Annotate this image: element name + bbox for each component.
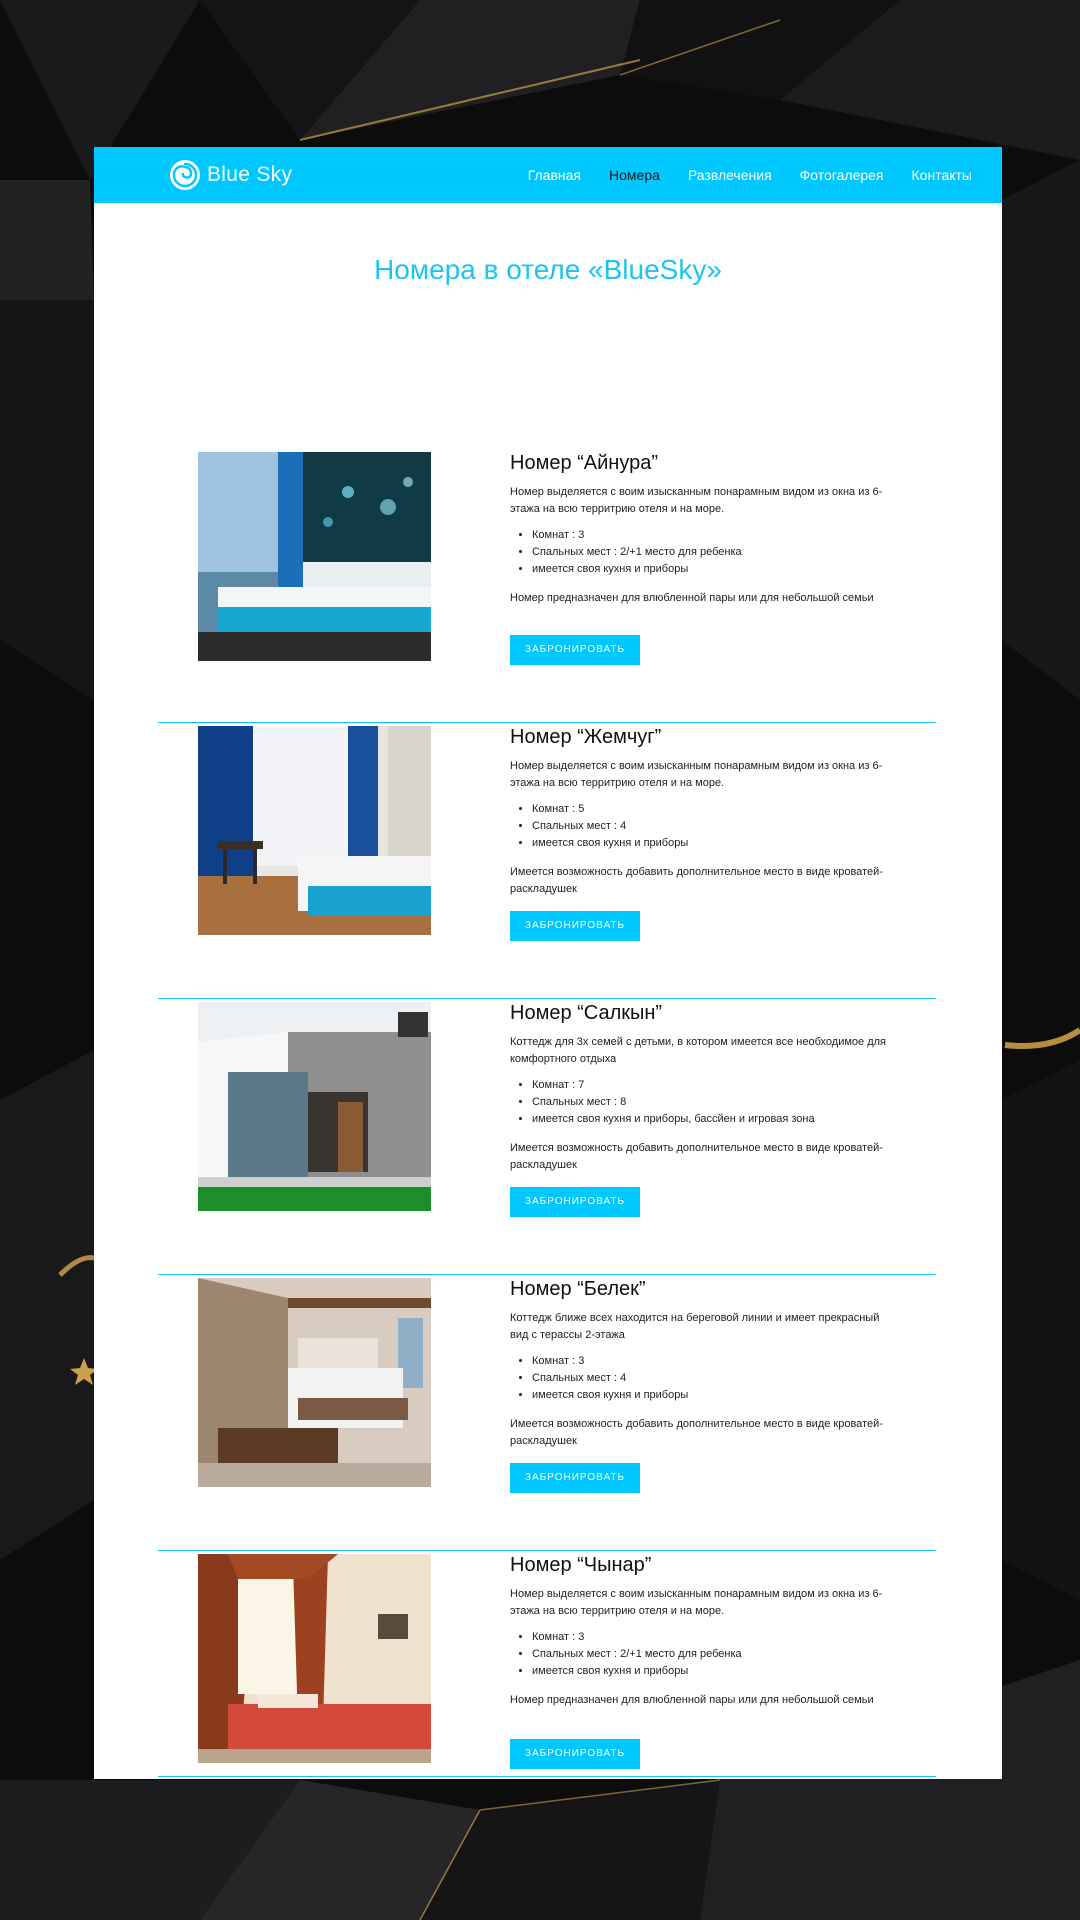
book-button[interactable]: ЗАБРОНИРОВАТЬ — [510, 1187, 640, 1217]
room-description: Номер выделяется с воим изысканным понар… — [510, 486, 883, 515]
room-name: Номер “Айнура” — [510, 452, 659, 474]
room-note: Имеется возможность добавить дополнитель… — [510, 1142, 883, 1171]
hotel-room-sea-view-photo — [198, 452, 431, 661]
feature-kitchen: имеется своя кухня и приборы, бассйен и … — [532, 1111, 900, 1128]
room-note: Имеется возможность добавить дополнитель… — [510, 1418, 883, 1447]
feature-kitchen: имеется своя кухня и приборы — [532, 1663, 900, 1680]
nav-item-rooms[interactable]: Номера — [609, 167, 660, 183]
room-features: Комнат : 3 Спальных мест : 2/+1 место дл… — [510, 1629, 900, 1680]
room-photo — [198, 1554, 431, 1763]
room-info: Номер “Салкын” Коттедж для 3х семей с де… — [510, 1002, 900, 1174]
book-button[interactable]: ЗАБРОНИРОВАТЬ — [510, 1463, 640, 1493]
feature-kitchen: имеется своя кухня и приборы — [532, 1387, 900, 1404]
room-photo — [198, 452, 431, 661]
feature-beds: Спальных мест : 4 — [532, 818, 900, 835]
feature-beds: Спальных мест : 8 — [532, 1094, 900, 1111]
page-container: Blue Sky Главная Номера Развлечения Фото… — [94, 147, 1002, 1779]
room-note: Имеется возможность добавить дополнитель… — [510, 866, 883, 895]
room-name: Номер “Белек” — [510, 1278, 646, 1300]
room-photo — [198, 726, 431, 935]
navbar: Blue Sky Главная Номера Развлечения Фото… — [94, 147, 1002, 203]
feature-beds: Спальных мест : 4 — [532, 1370, 900, 1387]
feature-kitchen: имеется своя кухня и приборы — [532, 835, 900, 852]
room-card: Номер “Салкын” Коттедж для 3х семей с де… — [158, 998, 936, 1275]
room-info: Номер “Белек” Коттедж ближе всех находит… — [510, 1278, 900, 1450]
page-title: Номера в отеле «BlueSky» — [374, 253, 722, 285]
room-features: Комнат : 7 Спальных мест : 8 имеется сво… — [510, 1077, 900, 1128]
feature-beds: Спальных мест : 2/+1 место для ребенка — [532, 544, 900, 561]
room-photo — [198, 1002, 431, 1211]
room-features: Комнат : 5 Спальных мест : 4 имеется сво… — [510, 801, 900, 852]
feature-beds: Спальных мест : 2/+1 место для ребенка — [532, 1646, 900, 1663]
nav-item-home[interactable]: Главная — [528, 167, 581, 183]
room-card: Номер “Айнура” Номер выделяется с воим и… — [158, 446, 936, 723]
room-note: Номер предназначен для влюбленной пары и… — [510, 592, 874, 604]
main-nav: Главная Номера Развлечения Фотогалерея К… — [500, 147, 972, 203]
book-button[interactable]: ЗАБРОНИРОВАТЬ — [510, 911, 640, 941]
brand-name: Blue Sky — [207, 163, 293, 186]
room-info: Номер “Айнура” Номер выделяется с воим и… — [510, 452, 900, 607]
book-button[interactable]: ЗАБРОНИРОВАТЬ — [510, 1739, 640, 1769]
room-card: Номер “Жемчуг” Номер выделяется с воим и… — [158, 722, 936, 999]
brand-logo[interactable]: Blue Sky — [169, 159, 292, 191]
feature-rooms: Комнат : 3 — [532, 527, 900, 544]
nav-item-gallery[interactable]: Фотогалерея — [800, 167, 884, 183]
room-name: Номер “Жемчуг” — [510, 726, 662, 748]
room-features: Комнат : 3 Спальных мест : 2/+1 место дл… — [510, 527, 900, 578]
room-features: Комнат : 3 Спальных мест : 4 имеется сво… — [510, 1353, 900, 1404]
feature-kitchen: имеется своя кухня и приборы — [532, 561, 900, 578]
swirl-logo-icon — [170, 160, 200, 190]
room-name: Номер “Чынар” — [510, 1554, 652, 1576]
room-description: Номер выделяется с воим изысканным понар… — [510, 760, 883, 789]
room-description: Коттедж для 3х семей с детьми, в котором… — [510, 1036, 886, 1065]
nav-item-entertainment[interactable]: Развлечения — [688, 167, 772, 183]
room-note: Номер предназначен для влюбленной пары и… — [510, 1694, 874, 1706]
room-photo — [198, 1278, 431, 1487]
feature-rooms: Комнат : 3 — [532, 1629, 900, 1646]
twin-room-blue-curtains-photo — [198, 726, 431, 935]
room-card: Номер “Чынар” Номер выделяется с воим из… — [158, 1550, 936, 1777]
room-info: Номер “Жемчуг” Номер выделяется с воим и… — [510, 726, 900, 898]
room-name: Номер “Салкын” — [510, 1002, 663, 1024]
feature-rooms: Комнат : 3 — [532, 1353, 900, 1370]
room-description: Номер выделяется с воим изысканным понар… — [510, 1588, 883, 1617]
room-description: Коттедж ближе всех находится на берегово… — [510, 1312, 880, 1341]
room-info: Номер “Чынар” Номер выделяется с воим из… — [510, 1554, 900, 1709]
stone-wall-bedroom-photo — [198, 1278, 431, 1487]
book-button[interactable]: ЗАБРОНИРОВАТЬ — [510, 635, 640, 665]
feature-rooms: Комнат : 7 — [532, 1077, 900, 1094]
feature-rooms: Комнат : 5 — [532, 801, 900, 818]
room-card: Номер “Белек” Коттедж ближе всех находит… — [158, 1274, 936, 1551]
red-curtain-bedroom-photo — [198, 1554, 431, 1763]
modern-cottage-photo — [198, 1002, 431, 1211]
nav-item-contacts[interactable]: Контакты — [912, 167, 972, 183]
